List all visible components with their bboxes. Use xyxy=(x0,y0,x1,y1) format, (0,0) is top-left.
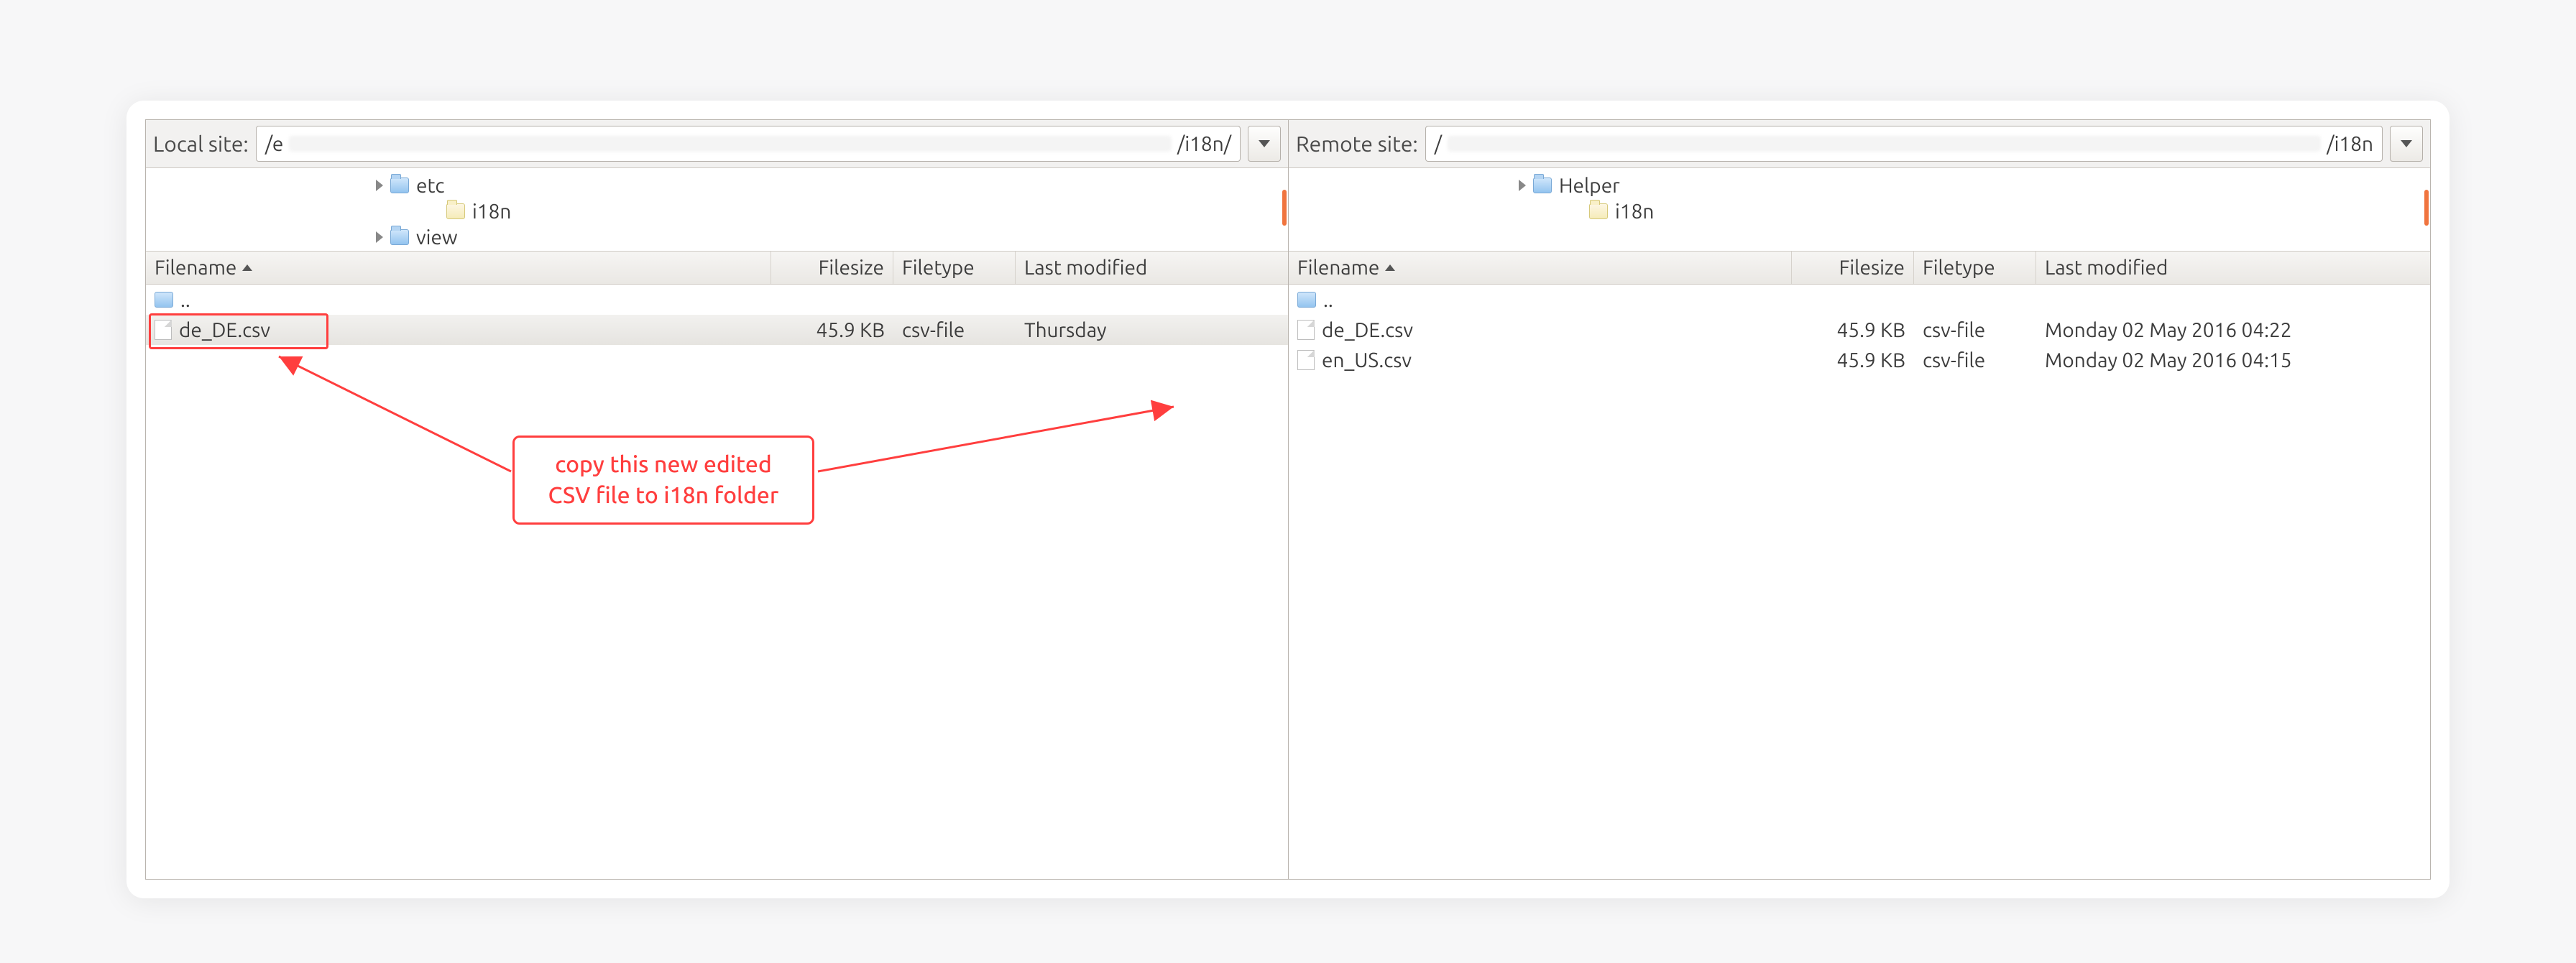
column-filesize[interactable]: Filesize xyxy=(771,252,893,284)
file-name: .. xyxy=(1323,289,1333,311)
chevron-down-icon xyxy=(2401,140,2412,147)
tree-item-label: i18n xyxy=(1615,201,1654,223)
tree-item[interactable]: etc xyxy=(146,172,1288,198)
file-icon xyxy=(1297,350,1315,370)
column-filesize[interactable]: Filesize xyxy=(1792,252,1914,284)
local-site-input[interactable]: /e /i18n/ xyxy=(256,126,1241,162)
local-path-prefix: /e xyxy=(265,133,284,155)
remote-site-input[interactable]: / /i18n xyxy=(1425,126,2383,162)
column-filetype[interactable]: Filetype xyxy=(1914,252,2036,284)
file-name: en_US.csv xyxy=(1322,349,1412,372)
file-size: 45.9 KB xyxy=(771,319,893,341)
file-row-up[interactable]: .. xyxy=(1289,285,2430,315)
local-path-suffix: /i18n/ xyxy=(1177,133,1231,155)
folder-up-icon xyxy=(155,292,173,308)
tree-item[interactable]: i18n xyxy=(1289,198,2430,224)
sort-asc-icon xyxy=(242,264,252,271)
file-type: csv-file xyxy=(893,319,1016,341)
file-modified: Monday 02 May 2016 04:22 xyxy=(2036,319,2430,341)
tree-item-label: etc xyxy=(416,175,444,197)
local-file-list[interactable]: .. de_DE.csv 45.9 KB csv-file Thursday xyxy=(146,285,1288,879)
tree-item[interactable]: i18n xyxy=(146,198,1288,224)
remote-file-list[interactable]: .. de_DE.csv 45.9 KB csv-file Monday 02 … xyxy=(1289,285,2430,879)
sort-asc-icon xyxy=(1385,264,1395,271)
file-row[interactable]: en_US.csv 45.9 KB csv-file Monday 02 May… xyxy=(1289,345,2430,375)
remote-column-headers: Filename Filesize Filetype Last modified xyxy=(1289,252,2430,285)
caret-right-icon[interactable] xyxy=(1519,180,1526,191)
column-lastmod[interactable]: Last modified xyxy=(2036,252,2430,284)
remote-site-dropdown-button[interactable] xyxy=(2390,126,2423,162)
caret-right-icon[interactable] xyxy=(376,231,383,243)
remote-path-blurred xyxy=(1448,136,2321,152)
file-modified: Monday 02 May 2016 04:15 xyxy=(2036,349,2430,372)
file-size: 45.9 KB xyxy=(1792,349,1914,372)
remote-path-suffix: /i18n xyxy=(2327,133,2373,155)
column-lastmod[interactable]: Last modified xyxy=(1016,252,1288,284)
local-site-bar: Local site: /e /i18n/ xyxy=(146,120,1288,168)
tree-item[interactable]: Helper xyxy=(1289,172,2430,198)
file-row[interactable]: de_DE.csv 45.9 KB csv-file Monday 02 May… xyxy=(1289,315,2430,345)
scrollbar-thumb[interactable] xyxy=(1282,190,1287,226)
folder-icon xyxy=(390,178,409,193)
remote-pane: Remote site: / /i18n Helper xyxy=(1288,120,2430,879)
folder-up-icon xyxy=(1297,292,1316,308)
remote-path-prefix: / xyxy=(1435,133,1442,155)
file-name: de_DE.csv xyxy=(1322,319,1413,341)
tree-item-label: Helper xyxy=(1559,175,1620,197)
annotation-highlight xyxy=(149,313,328,349)
column-label: Filename xyxy=(155,257,236,279)
remote-site-bar: Remote site: / /i18n xyxy=(1289,120,2430,168)
tree-item-label: view xyxy=(416,226,458,249)
scrollbar-thumb[interactable] xyxy=(2424,190,2429,226)
caret-right-icon[interactable] xyxy=(376,180,383,191)
remote-site-label: Remote site: xyxy=(1296,132,1418,156)
folder-icon xyxy=(1533,178,1552,193)
file-row-up[interactable]: .. xyxy=(146,285,1288,315)
annotation-callout: copy this new edited CSV file to i18n fo… xyxy=(512,436,814,525)
chevron-down-icon xyxy=(1259,140,1270,147)
remote-tree[interactable]: Helper i18n xyxy=(1289,168,2430,252)
column-label: Filename xyxy=(1297,257,1379,279)
file-type: csv-file xyxy=(1914,349,2036,372)
local-column-headers: Filename Filesize Filetype Last modified xyxy=(146,252,1288,285)
column-filename[interactable]: Filename xyxy=(1289,252,1792,284)
local-site-label: Local site: xyxy=(153,132,249,156)
local-site-dropdown-button[interactable] xyxy=(1248,126,1281,162)
folder-icon xyxy=(390,229,409,245)
column-filename[interactable]: Filename xyxy=(146,252,771,284)
tree-item-label: i18n xyxy=(472,201,511,223)
local-path-blurred xyxy=(289,136,1172,152)
tree-item[interactable]: view xyxy=(146,224,1288,250)
file-type: csv-file xyxy=(1914,319,2036,341)
folder-icon xyxy=(446,203,465,219)
folder-icon xyxy=(1589,203,1608,219)
file-modified: Thursday xyxy=(1016,319,1288,341)
file-size: 45.9 KB xyxy=(1792,319,1914,341)
local-pane: Local site: /e /i18n/ etc xyxy=(146,120,1288,879)
file-name: .. xyxy=(180,289,190,311)
local-tree[interactable]: etc i18n view xyxy=(146,168,1288,252)
column-filetype[interactable]: Filetype xyxy=(893,252,1016,284)
file-icon xyxy=(1297,320,1315,340)
